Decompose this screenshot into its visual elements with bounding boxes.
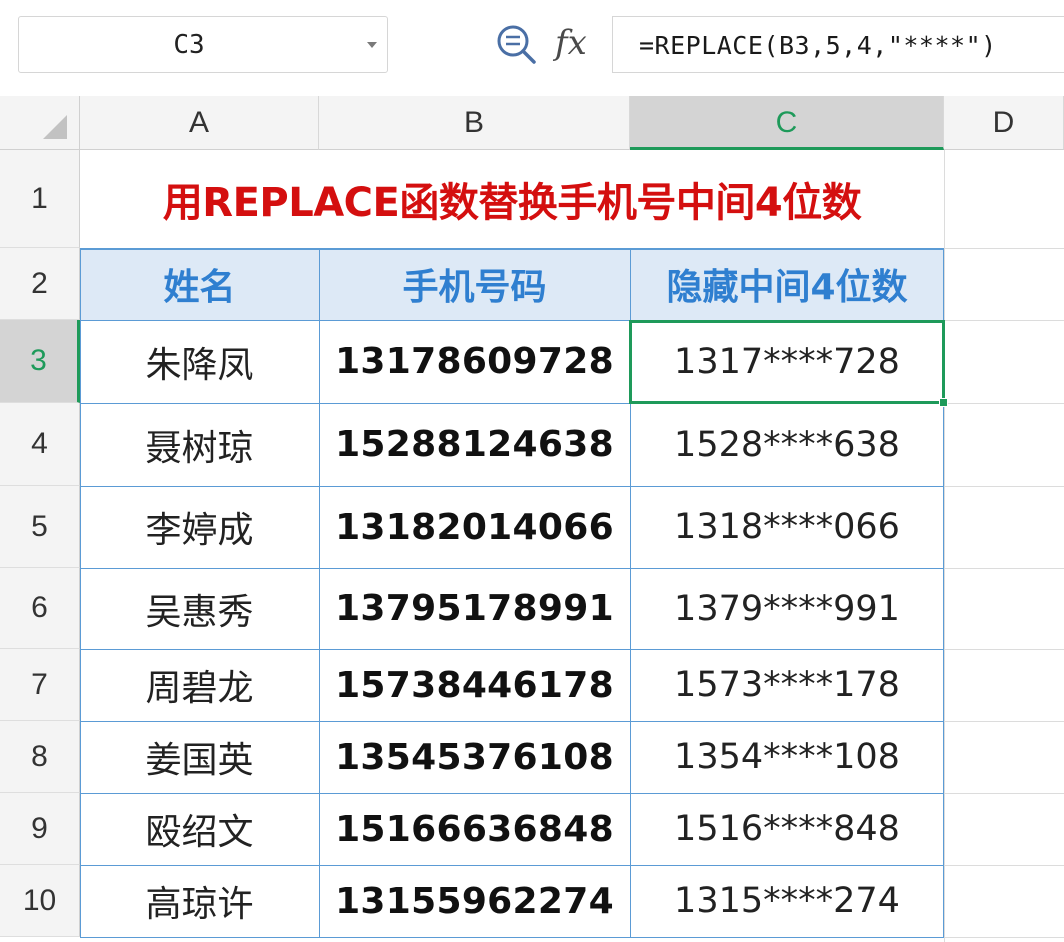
fill-handle[interactable]: [939, 398, 948, 407]
cell-masked[interactable]: 1379****991: [630, 568, 944, 649]
cell-name[interactable]: 姜国英: [80, 721, 319, 793]
row-header-10[interactable]: 10: [0, 865, 80, 937]
cell-name[interactable]: 殴绍文: [80, 793, 319, 865]
formula-text[interactable]: =REPLACE(B3,5,4,"****"): [639, 17, 997, 74]
spreadsheet-grid: A B C D 1 2 3 4 5 6 7 8 9 10 用REPLACE函数替…: [0, 96, 1064, 942]
row-header-8[interactable]: 8: [0, 721, 80, 793]
table-border: [80, 865, 944, 866]
table-border: [80, 793, 944, 794]
cell-name[interactable]: 高琼许: [80, 865, 319, 937]
gridline: [944, 150, 945, 942]
zoom-formula-icon[interactable]: [494, 22, 538, 66]
row-header-1[interactable]: 1: [0, 150, 80, 248]
gridline: [944, 793, 1064, 794]
row-header-9[interactable]: 9: [0, 793, 80, 865]
name-box[interactable]: C3: [18, 16, 388, 73]
row-header-6[interactable]: 6: [0, 568, 80, 649]
table-border: [80, 248, 81, 938]
table-border: [319, 248, 320, 938]
column-header-a[interactable]: A: [80, 96, 319, 150]
row-header-7[interactable]: 7: [0, 649, 80, 721]
header-masked[interactable]: 隐藏中间4位数: [630, 248, 944, 320]
column-header-c[interactable]: C: [630, 96, 944, 150]
chevron-down-icon[interactable]: [367, 42, 377, 48]
table-border: [80, 649, 944, 650]
formula-input[interactable]: =REPLACE(B3,5,4,"****"): [612, 16, 1064, 73]
cell-masked[interactable]: 1528****638: [630, 403, 944, 486]
cell-phone[interactable]: 15166636848: [319, 793, 630, 865]
row-header-3[interactable]: 3: [0, 320, 80, 403]
cell-phone[interactable]: 15738446178: [319, 649, 630, 721]
cell-masked[interactable]: 1516****848: [630, 793, 944, 865]
cell-name[interactable]: 周碧龙: [80, 649, 319, 721]
insert-function-icon[interactable]: fx: [555, 18, 599, 68]
gridline: [944, 721, 1064, 722]
cell-masked[interactable]: 1354****108: [630, 721, 944, 793]
sheet-title[interactable]: 用REPLACE函数替换手机号中间4位数: [80, 150, 944, 248]
cell-masked[interactable]: 1315****274: [630, 865, 944, 937]
table-border: [80, 486, 944, 487]
gridline: [944, 403, 1064, 404]
cell-phone[interactable]: 15288124638: [319, 403, 630, 486]
gridline: [944, 937, 1064, 938]
cell-phone[interactable]: 13182014066: [319, 486, 630, 568]
table-border: [80, 568, 944, 569]
cell-name[interactable]: 吴惠秀: [80, 568, 319, 649]
cell-name[interactable]: 朱降凤: [80, 320, 319, 403]
select-all-icon[interactable]: [43, 115, 67, 139]
row-header-5[interactable]: 5: [0, 486, 80, 568]
column-header-d[interactable]: D: [944, 96, 1064, 150]
name-box-value[interactable]: C3: [19, 17, 359, 74]
cell-phone[interactable]: 13178609728: [319, 320, 630, 403]
column-header-b[interactable]: B: [319, 96, 630, 150]
cell-name[interactable]: 聂树琼: [80, 403, 319, 486]
table-border: [80, 721, 944, 722]
header-name[interactable]: 姓名: [80, 248, 319, 320]
cell-name[interactable]: 李婷成: [80, 486, 319, 568]
cell-phone[interactable]: 13545376108: [319, 721, 630, 793]
gridline: [944, 320, 1064, 321]
gridline: [944, 649, 1064, 650]
table-border: [80, 248, 944, 250]
active-cell-selection[interactable]: [629, 320, 945, 404]
table-border: [80, 937, 944, 938]
header-phone[interactable]: 手机号码: [319, 248, 630, 320]
formula-bar: C3 fx =REPLACE(B3,5,4,"****"): [0, 0, 1064, 96]
select-all-corner[interactable]: [0, 96, 80, 150]
row-header-4[interactable]: 4: [0, 403, 80, 486]
cell-phone[interactable]: 13155962274: [319, 865, 630, 937]
cell-masked[interactable]: 1573****178: [630, 649, 944, 721]
cell-phone[interactable]: 13795178991: [319, 568, 630, 649]
gridline: [944, 865, 1064, 866]
row-header-2[interactable]: 2: [0, 248, 80, 320]
cell-masked[interactable]: 1318****066: [630, 486, 944, 568]
gridline: [944, 486, 1064, 487]
gridline: [944, 568, 1064, 569]
